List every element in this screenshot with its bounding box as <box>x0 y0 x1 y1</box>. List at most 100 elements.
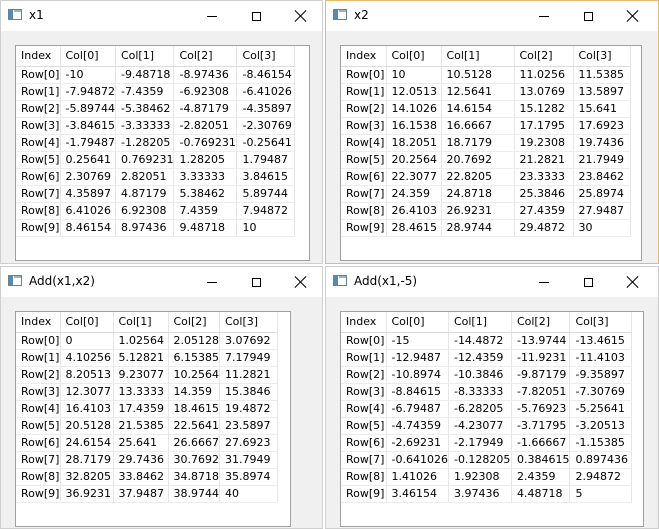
row-label[interactable]: Row[1] <box>341 83 387 101</box>
table-cell[interactable]: 24.8718 <box>441 185 515 203</box>
header-col-1[interactable]: Col[1] <box>448 312 512 333</box>
table-cell[interactable]: 2.4359 <box>511 468 571 486</box>
row-label[interactable]: Row[7] <box>341 185 387 203</box>
data-table-frame[interactable]: Index Col[0] Col[1] Col[2] Col[3] Row[0]… <box>15 311 291 527</box>
table-cell[interactable]: 1.02564 <box>113 332 169 350</box>
table-cell[interactable]: 0.25641 <box>60 151 116 169</box>
table-cell[interactable]: 12.3077 <box>60 383 114 401</box>
row-label[interactable]: Row[3] <box>16 383 61 401</box>
table-cell[interactable]: 30 <box>573 219 631 237</box>
table-cell[interactable]: 38.9744 <box>168 485 220 503</box>
table-cell[interactable]: -1.15385 <box>569 434 633 452</box>
row-label[interactable]: Row[8] <box>16 468 61 486</box>
table-row[interactable]: Row[2] -5.89744 -5.38462 -4.87179 -4.35897 <box>16 100 296 118</box>
table-cell[interactable]: 17.4359 <box>113 400 169 418</box>
table-cell[interactable]: 18.4615 <box>168 400 220 418</box>
table-row[interactable]: Row[6] 22.3077 22.8205 23.3333 23.8462 <box>341 168 631 186</box>
table-cell[interactable]: -4.74359 <box>386 417 449 435</box>
table-cell[interactable]: 24.359 <box>386 185 442 203</box>
table-cell[interactable]: 8.46154 <box>60 219 116 237</box>
minimize-button[interactable] <box>190 267 234 297</box>
table-cell[interactable]: 15.1282 <box>514 100 574 118</box>
table-row[interactable]: Row[3] -3.84615 -3.33333 -2.82051 -2.30769 <box>16 117 296 135</box>
table-cell[interactable]: -6.41026 <box>236 83 296 101</box>
table-cell[interactable]: -3.20513 <box>569 417 633 435</box>
table-cell[interactable]: -3.84615 <box>60 117 116 135</box>
maximize-button[interactable] <box>566 267 610 297</box>
maximize-button[interactable] <box>234 1 278 31</box>
minimize-button[interactable] <box>522 267 566 297</box>
table-cell[interactable]: 12.0513 <box>386 83 442 101</box>
header-col-0[interactable]: Col[0] <box>60 46 116 67</box>
table-cell[interactable]: 19.4872 <box>219 400 278 418</box>
table-cell[interactable]: 1.79487 <box>236 151 296 169</box>
table-cell[interactable]: 16.6667 <box>441 117 515 135</box>
table-row[interactable]: Row[8] 6.41026 6.92308 7.4359 7.94872 <box>16 202 296 220</box>
table-cell[interactable]: 9.23077 <box>113 366 169 384</box>
table-cell[interactable]: -7.82051 <box>511 383 571 401</box>
row-label[interactable]: Row[2] <box>16 366 61 384</box>
row-label[interactable]: Row[0] <box>341 332 387 350</box>
table-cell[interactable]: 28.9744 <box>441 219 515 237</box>
table-cell[interactable]: -4.87179 <box>173 100 238 118</box>
table-row[interactable]: Row[3] -8.84615 -8.33333 -7.82051 -7.30769 <box>341 383 633 401</box>
table-row[interactable]: Row[5] -4.74359 -4.23077 -3.71795 -3.20513 <box>341 417 633 435</box>
window-x2[interactable]: x2 Index Col[0] Col[1] Col[2] Col[3] Row… <box>325 0 659 264</box>
table-cell[interactable]: -8.46154 <box>236 66 296 84</box>
table-row[interactable]: Row[2] -10.8974 -10.3846 -9.87179 -9.35897 <box>341 366 633 384</box>
table-cell[interactable]: 26.4103 <box>386 202 442 220</box>
table-cell[interactable]: -1.79487 <box>60 134 116 152</box>
title-bar[interactable]: x2 <box>326 1 658 31</box>
table-row[interactable]: Row[4] -1.79487 -1.28205 -0.769231 -0.25641 <box>16 134 296 152</box>
table-row[interactable]: Row[5] 20.2564 20.7692 21.2821 21.7949 <box>341 151 631 169</box>
header-col-2[interactable]: Col[2] <box>173 46 238 67</box>
table-cell[interactable]: 12.5641 <box>441 83 515 101</box>
table-cell[interactable]: -1.66667 <box>511 434 571 452</box>
table-cell[interactable]: -7.94872 <box>60 83 116 101</box>
table-cell[interactable]: -0.128205 <box>448 451 512 469</box>
header-col-0[interactable]: Col[0] <box>386 46 442 67</box>
table-cell[interactable]: 13.5897 <box>573 83 631 101</box>
table-cell[interactable]: 22.8205 <box>441 168 515 186</box>
close-button[interactable] <box>611 267 655 297</box>
table-cell[interactable]: 24.6154 <box>60 434 114 452</box>
table-cell[interactable]: 20.2564 <box>386 151 442 169</box>
table-cell[interactable]: 10 <box>236 219 296 237</box>
table-row[interactable]: Row[4] 18.2051 18.7179 19.2308 19.7436 <box>341 134 631 152</box>
table-cell[interactable]: 1.41026 <box>386 468 449 486</box>
table-cell[interactable]: -6.92308 <box>173 83 238 101</box>
title-bar[interactable]: Add(x1,-5) <box>326 267 658 297</box>
table-cell[interactable]: -2.82051 <box>173 117 238 135</box>
table-cell[interactable]: 25.641 <box>113 434 169 452</box>
header-index[interactable]: Index <box>341 46 387 67</box>
window-add-x1-minus5[interactable]: Add(x1,-5) Index Col[0] Col[1] Col[2] Co… <box>325 266 659 529</box>
table-cell[interactable]: 35.8974 <box>219 468 278 486</box>
table-cell[interactable]: 0.897436 <box>569 451 633 469</box>
table-cell[interactable]: 10.5128 <box>441 66 515 84</box>
minimize-button[interactable] <box>522 1 566 31</box>
data-table-frame[interactable]: Index Col[0] Col[1] Col[2] Col[3] Row[0]… <box>340 311 644 527</box>
table-cell[interactable]: -2.17949 <box>448 434 512 452</box>
table-row[interactable]: Row[0] -15 -14.4872 -13.9744 -13.4615 <box>341 332 633 350</box>
table-cell[interactable]: 14.1026 <box>386 100 442 118</box>
table-row[interactable]: Row[0] -10 -9.48718 -8.97436 -8.46154 <box>16 66 296 84</box>
table-cell[interactable]: 28.7179 <box>60 451 114 469</box>
header-col-2[interactable]: Col[2] <box>168 312 220 333</box>
close-button[interactable] <box>279 267 323 297</box>
row-label[interactable]: Row[0] <box>16 66 61 84</box>
row-label[interactable]: Row[1] <box>16 83 61 101</box>
table-cell[interactable]: -9.48718 <box>115 66 175 84</box>
table-cell[interactable]: 10 <box>386 66 442 84</box>
table-cell[interactable]: 34.8718 <box>168 468 220 486</box>
table-cell[interactable]: 8.20513 <box>60 366 114 384</box>
table-cell[interactable]: 27.4359 <box>514 202 574 220</box>
row-label[interactable]: Row[9] <box>341 219 387 237</box>
title-bar[interactable]: Add(x1,x2) <box>1 267 322 297</box>
table-cell[interactable]: 4.10256 <box>60 349 114 367</box>
table-cell[interactable]: 26.6667 <box>168 434 220 452</box>
header-col-0[interactable]: Col[0] <box>60 312 114 333</box>
table-cell[interactable]: 30.7692 <box>168 451 220 469</box>
table-cell[interactable]: 13.3333 <box>113 383 169 401</box>
row-label[interactable]: Row[0] <box>16 332 61 350</box>
table-cell[interactable]: 21.2821 <box>514 151 574 169</box>
